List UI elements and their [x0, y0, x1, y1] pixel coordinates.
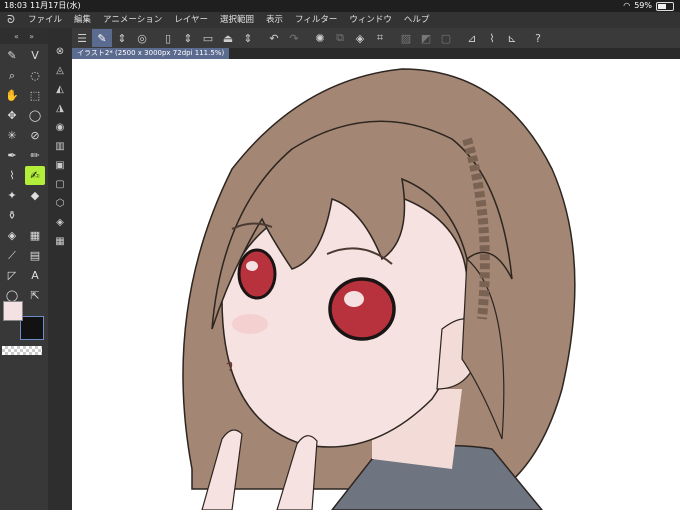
- menu-view[interactable]: 表示: [260, 12, 289, 28]
- pen-icon[interactable]: ✒: [2, 146, 22, 165]
- subtool-menu-icon[interactable]: ᐯ: [25, 46, 45, 65]
- brush-settings-icon[interactable]: ◮: [48, 99, 72, 118]
- pencil-icon[interactable]: ✏: [25, 146, 45, 165]
- blend-icon[interactable]: ⚱: [2, 206, 22, 225]
- lasso-select-icon[interactable]: ◌: [25, 66, 45, 85]
- zoom-icon[interactable]: ⌕: [2, 66, 22, 85]
- menu-filter[interactable]: フィルター: [289, 12, 343, 28]
- tool-panel: « » ✎ ᐯ ⌕ ◌ ✋ ⬚ ✥ ◯ ✳ ⊘ ✒ ✏ ⌇ ✍ ✦ ◆ ⚱ ◈ …: [0, 28, 48, 510]
- spinner-icon[interactable]: ⇕: [112, 29, 132, 47]
- loading-icon[interactable]: ✺: [310, 29, 330, 47]
- clear-selection-icon[interactable]: ▨: [396, 29, 416, 47]
- open-folder-icon[interactable]: ▭: [198, 29, 218, 47]
- right-eye: [328, 277, 396, 341]
- left-blush: [232, 314, 268, 334]
- redo-icon[interactable]: ↷: [284, 29, 304, 47]
- hand-icon[interactable]: ✋: [2, 86, 22, 105]
- fill-icon[interactable]: ◈: [2, 226, 22, 245]
- transparent-color-swatch[interactable]: [2, 346, 42, 355]
- menu-edit[interactable]: 編集: [68, 12, 97, 28]
- frame-icon[interactable]: ▤: [25, 246, 45, 265]
- hamburger-menu-icon[interactable]: ☰: [72, 29, 92, 47]
- menu-selection[interactable]: 選択範囲: [214, 12, 260, 28]
- status-bar: 18:03 11月17日(水) ◠ 59%: [0, 0, 680, 12]
- invert-selection-icon[interactable]: ◩: [416, 29, 436, 47]
- fill-bucket-icon[interactable]: ◈: [350, 29, 370, 47]
- left-eye-highlight: [246, 261, 258, 271]
- move-icon[interactable]: ✥: [2, 106, 22, 125]
- palette-icon[interactable]: ▢: [48, 175, 72, 194]
- pen-settings-icon[interactable]: ⊾: [502, 29, 522, 47]
- menu-bar: ᘐ ファイル 編集 アニメーション レイヤー 選択範囲 表示 フィルター ウィン…: [0, 12, 680, 28]
- tool-panel-header: « »: [0, 28, 48, 44]
- menu-layer[interactable]: レイヤー: [168, 12, 214, 28]
- layer-icon[interactable]: ◈: [48, 213, 72, 232]
- new-file-icon[interactable]: ▯: [158, 29, 178, 47]
- text-tool-icon[interactable]: A: [25, 266, 45, 285]
- active-pen-tool-icon[interactable]: ✍: [25, 166, 45, 185]
- document-tabs: イラスト2* (2500 x 3000px 72dpi 111.5%): [72, 48, 680, 59]
- color-wheel-icon[interactable]: ◉: [48, 118, 72, 137]
- object-select-icon[interactable]: ⬚: [25, 86, 45, 105]
- illustration: [182, 68, 576, 510]
- menu-file[interactable]: ファイル: [22, 12, 68, 28]
- undo-icon[interactable]: ↶: [264, 29, 284, 47]
- history-icon[interactable]: ▦: [48, 232, 72, 251]
- status-date: 11月17日(水): [30, 1, 81, 10]
- color-set-icon[interactable]: ▥: [48, 137, 72, 156]
- canvas[interactable]: [72, 59, 680, 510]
- selection-border-icon[interactable]: ▢: [436, 29, 456, 47]
- edit-tool-icon[interactable]: ✎: [92, 29, 112, 47]
- eyedropper-icon[interactable]: ⊘: [25, 126, 45, 145]
- help-icon[interactable]: ?: [528, 29, 548, 47]
- status-right: ◠ 59%: [623, 0, 674, 12]
- gradient-icon[interactable]: ▦: [25, 226, 45, 245]
- expand-icon[interactable]: »: [29, 32, 34, 41]
- brush-size-icon[interactable]: ◭: [48, 80, 72, 99]
- pen-subtool-icon[interactable]: ✎: [2, 46, 22, 65]
- battery-icon: [656, 1, 674, 11]
- crop-icon[interactable]: ⌗: [370, 29, 390, 47]
- command-bar: ☰ ✎ ⇕ ◎ ▯ ⇕ ▭ ⏏ ⇕ ↶ ↷ ✺ ⧉ ◈ ⌗ ▨ ◩ ▢ ⊿ ⌇ …: [72, 28, 680, 48]
- copy-icon[interactable]: ⧉: [330, 29, 350, 47]
- material-icon[interactable]: ⬡: [48, 194, 72, 213]
- layer-property-icon[interactable]: ◬: [48, 61, 72, 80]
- save-icon[interactable]: ⏏: [218, 29, 238, 47]
- battery-percent: 59%: [634, 1, 652, 10]
- collapse-icon[interactable]: «: [14, 32, 19, 41]
- brush-icon[interactable]: ⌇: [482, 29, 502, 47]
- color-swatches: [2, 300, 46, 348]
- navigator-icon[interactable]: ⊗: [48, 42, 72, 61]
- menu-animation[interactable]: アニメーション: [97, 12, 168, 28]
- fit-icon[interactable]: ◎: [132, 29, 152, 47]
- battery-fill: [658, 3, 667, 9]
- airbrush-icon[interactable]: ✦: [2, 186, 22, 205]
- lasso-icon[interactable]: ◯: [25, 106, 45, 125]
- clip-studio-logo-icon[interactable]: ᘐ: [0, 12, 22, 28]
- menu-window[interactable]: ウィンドウ: [343, 12, 398, 28]
- spinner-icon-2[interactable]: ⇕: [178, 29, 198, 47]
- left-eye: [237, 248, 277, 300]
- right-eye-highlight: [344, 291, 364, 307]
- color-history-icon[interactable]: ▣: [48, 156, 72, 175]
- spinner-icon-3[interactable]: ⇕: [238, 29, 258, 47]
- side-command-bar: ⊗ ◬ ◭ ◮ ◉ ▥ ▣ ▢ ⬡ ◈ ▦: [48, 28, 72, 510]
- tab-illust2[interactable]: イラスト2* (2500 x 3000px 72dpi 111.5%): [72, 48, 230, 59]
- main-color-swatch[interactable]: [3, 301, 23, 321]
- sub-color-swatch[interactable]: [20, 316, 44, 340]
- wifi-icon: ◠: [623, 1, 631, 10]
- ruler-icon[interactable]: ⊿: [462, 29, 482, 47]
- status-time: 18:03: [4, 1, 28, 10]
- curve-icon[interactable]: ⟋: [2, 246, 22, 265]
- menu-help[interactable]: ヘルプ: [398, 12, 436, 28]
- ruler-tool-icon[interactable]: ◸: [2, 266, 22, 285]
- eraser-icon[interactable]: ◆: [25, 186, 45, 205]
- blank-slot: [25, 206, 45, 225]
- auto-select-icon[interactable]: ✳: [2, 126, 22, 145]
- brush-tool-icon[interactable]: ⌇: [2, 166, 22, 185]
